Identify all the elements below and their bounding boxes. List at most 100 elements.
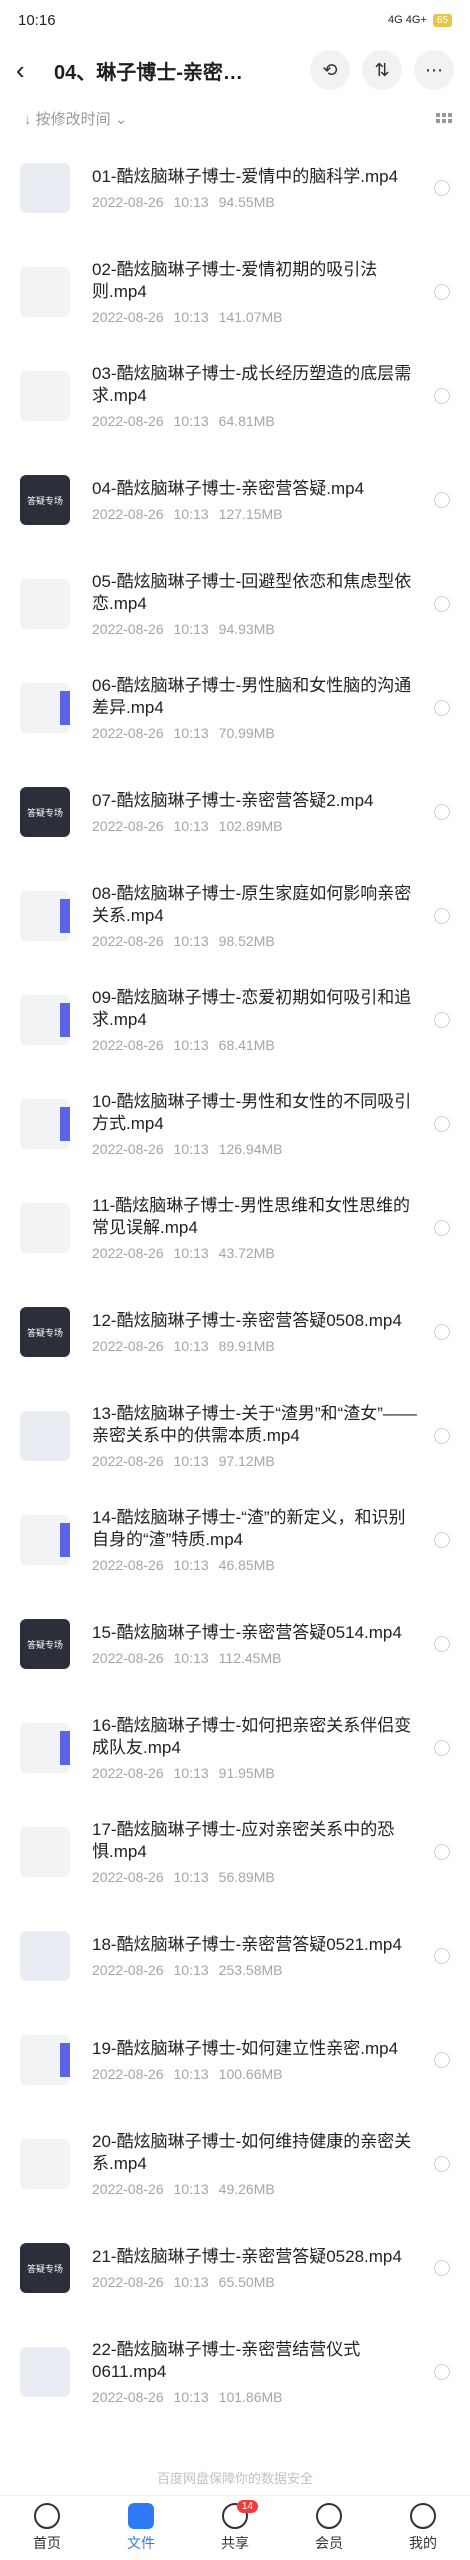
select-radio[interactable] bbox=[434, 1012, 450, 1028]
file-size: 127.15MB bbox=[218, 506, 283, 522]
file-meta: 2022-08-26 10:13 102.89MB bbox=[92, 818, 422, 834]
file-time: 10:13 bbox=[173, 1037, 209, 1053]
tab-files[interactable]: 文件 bbox=[94, 2496, 188, 2560]
file-info: 04-酷炫脑琳子博士-亲密营答疑.mp4 2022-08-26 10:13 127.1… bbox=[92, 478, 422, 522]
video-thumbnail bbox=[20, 2139, 70, 2189]
thumbnail-text: 答疑专场 bbox=[26, 1639, 63, 1650]
file-meta: 2022-08-26 10:13 56.89MB bbox=[92, 1869, 422, 1885]
select-radio[interactable] bbox=[434, 284, 450, 300]
sort-toggle-icon[interactable]: ⇅ bbox=[362, 50, 402, 90]
file-row[interactable]: 16-酷炫脑琳子博士-如何把亲密关系伴侣变成队友.mp4 2022-08-26 10… bbox=[0, 1696, 470, 1800]
tab-profile[interactable]: 我的 bbox=[376, 2496, 470, 2560]
file-row[interactable]: 答疑专场 04-酷炫脑琳子博士-亲密营答疑.mp4 2022-08-26 10:13 1… bbox=[0, 448, 470, 552]
file-name: 12-酷炫脑琳子博士-亲密营答疑0508.mp4 bbox=[92, 1311, 402, 1330]
more-icon[interactable]: ⋯ bbox=[414, 50, 454, 90]
tab-label: 共享 bbox=[221, 2535, 249, 2551]
file-date: 2022-08-26 bbox=[92, 506, 164, 522]
thumbnail-text: 答疑专场 bbox=[26, 495, 63, 506]
file-row[interactable]: 20-酷炫脑琳子博士-如何维持健康的亲密关系.mp4 2022-08-26 10:1… bbox=[0, 2112, 470, 2216]
select-radio[interactable] bbox=[434, 180, 450, 196]
select-radio[interactable] bbox=[434, 1532, 450, 1548]
sort-selector[interactable]: ↓ 按修改时间 ⌄ bbox=[24, 108, 127, 129]
file-row[interactable]: 10-酷炫脑琳子博士-男性和女性的不同吸引方式.mp4 2022-08-26 10:… bbox=[0, 1072, 470, 1176]
file-row[interactable]: 答疑专场 21-酷炫脑琳子博士-亲密营答疑0528.mp4 2022-08-26 10… bbox=[0, 2216, 470, 2320]
file-info: 22-酷炫脑琳子博士-亲密营结营仪式0611.mp4 2022-08-26 10:1… bbox=[92, 2339, 422, 2405]
file-info: 19-酷炫脑琳子博士-如何建立性亲密.mp4 2022-08-26 10:13 100… bbox=[92, 2038, 422, 2082]
file-meta: 2022-08-26 10:13 49.26MB bbox=[92, 2181, 422, 2197]
file-size: 43.72MB bbox=[218, 1245, 275, 1261]
select-radio[interactable] bbox=[434, 1740, 450, 1756]
file-name: 19-酷炫脑琳子博士-如何建立性亲密.mp4 bbox=[92, 2039, 399, 2058]
video-thumbnail: 答疑专场 bbox=[20, 475, 70, 525]
select-radio[interactable] bbox=[434, 2156, 450, 2172]
select-radio[interactable] bbox=[434, 492, 450, 508]
select-radio[interactable] bbox=[434, 1116, 450, 1132]
file-row[interactable]: 答疑专场 15-酷炫脑琳子博士-亲密营答疑0514.mp4 2022-08-26 10… bbox=[0, 1592, 470, 1696]
history-icon[interactable]: ⟲ bbox=[310, 50, 350, 90]
video-thumbnail bbox=[20, 683, 70, 733]
file-time: 10:13 bbox=[173, 1338, 209, 1354]
file-row[interactable]: 答疑专场 07-酷炫脑琳子博士-亲密营答疑2.mp4 2022-08-26 10:13… bbox=[0, 760, 470, 864]
file-row[interactable]: 08-酷炫脑琳子博士-原生家庭如何影响亲密关系.mp4 2022-08-26 10:… bbox=[0, 864, 470, 968]
file-row[interactable]: 17-酷炫脑琳子博士-应对亲密关系中的恐惧.mp4 2022-08-26 10:13… bbox=[0, 1800, 470, 1904]
file-info: 20-酷炫脑琳子博士-如何维持健康的亲密关系.mp4 2022-08-26 10:1… bbox=[92, 2131, 422, 2197]
file-size: 68.41MB bbox=[218, 1037, 275, 1053]
file-row[interactable]: 06-酷炫脑琳子博士-男性脑和女性脑的沟通差异.mp4 2022-08-26 10:… bbox=[0, 656, 470, 760]
file-row[interactable]: 01-酷炫脑琳子博士-爱情中的脑科学.mp4 2022-08-26 10:13 94.… bbox=[0, 136, 470, 240]
select-radio[interactable] bbox=[434, 1636, 450, 1652]
file-row[interactable]: 02-酷炫脑琳子博士-爱情初期的吸引法则.mp4 2022-08-26 10:13 1… bbox=[0, 240, 470, 344]
file-row[interactable]: 09-酷炫脑琳子博士-恋爱初期如何吸引和追求.mp4 2022-08-26 10:1… bbox=[0, 968, 470, 1072]
select-radio[interactable] bbox=[434, 908, 450, 924]
select-radio[interactable] bbox=[434, 1220, 450, 1236]
file-size: 89.91MB bbox=[218, 1338, 275, 1354]
grid-view-icon[interactable] bbox=[436, 113, 452, 123]
video-thumbnail bbox=[20, 891, 70, 941]
select-radio[interactable] bbox=[434, 700, 450, 716]
back-icon[interactable]: ‹ bbox=[16, 55, 44, 86]
select-radio[interactable] bbox=[434, 388, 450, 404]
file-date: 2022-08-26 bbox=[92, 1141, 164, 1157]
file-meta: 2022-08-26 10:13 94.55MB bbox=[92, 194, 422, 210]
select-radio[interactable] bbox=[434, 1324, 450, 1340]
file-time: 10:13 bbox=[173, 2274, 209, 2290]
file-row[interactable]: 13-酷炫脑琳子博士-关于“渣男”和“渣女”——亲密关系中的供需本质.mp4 20… bbox=[0, 1384, 470, 1488]
thumbnail-text: 答疑专场 bbox=[26, 807, 63, 818]
file-meta: 2022-08-26 10:13 65.50MB bbox=[92, 2274, 422, 2290]
file-date: 2022-08-26 bbox=[92, 621, 164, 637]
file-date: 2022-08-26 bbox=[92, 309, 164, 325]
home-icon bbox=[34, 2503, 60, 2529]
tab-share[interactable]: 共享 14 bbox=[188, 2496, 282, 2560]
file-meta: 2022-08-26 10:13 127.15MB bbox=[92, 506, 422, 522]
tab-vip[interactable]: 会员 bbox=[282, 2496, 376, 2560]
thumbnail-accent bbox=[60, 899, 70, 933]
file-row[interactable]: 03-酷炫脑琳子博士-成长经历塑造的底层需求.mp4 2022-08-26 10:1… bbox=[0, 344, 470, 448]
file-name: 05-酷炫脑琳子博士-回避型依恋和焦虑型依恋.mp4 bbox=[92, 572, 412, 613]
status-bar: 10:16 4G 4G+ 65 bbox=[0, 0, 470, 40]
file-name: 21-酷炫脑琳子博士-亲密营答疑0528.mp4 bbox=[92, 2247, 402, 2266]
file-size: 253.58MB bbox=[218, 1962, 283, 1978]
file-info: 03-酷炫脑琳子博士-成长经历塑造的底层需求.mp4 2022-08-26 10:1… bbox=[92, 363, 422, 429]
select-radio[interactable] bbox=[434, 1428, 450, 1444]
file-name: 20-酷炫脑琳子博士-如何维持健康的亲密关系.mp4 bbox=[92, 2132, 412, 2173]
select-radio[interactable] bbox=[434, 2364, 450, 2380]
file-row[interactable]: 18-酷炫脑琳子博士-亲密营答疑0521.mp4 2022-08-26 10:13 2… bbox=[0, 1904, 470, 2008]
file-size: 94.93MB bbox=[218, 621, 275, 637]
tab-home[interactable]: 首页 bbox=[0, 2496, 94, 2560]
select-radio[interactable] bbox=[434, 2052, 450, 2068]
file-info: 16-酷炫脑琳子博士-如何把亲密关系伴侣变成队友.mp4 2022-08-26 10… bbox=[92, 1715, 422, 1781]
thumbnail-accent bbox=[60, 1003, 70, 1037]
file-size: 49.26MB bbox=[218, 2181, 275, 2197]
file-time: 10:13 bbox=[173, 413, 209, 429]
file-row[interactable]: 19-酷炫脑琳子博士-如何建立性亲密.mp4 2022-08-26 10:13 100… bbox=[0, 2008, 470, 2112]
file-row[interactable]: 05-酷炫脑琳子博士-回避型依恋和焦虑型依恋.mp4 2022-08-26 10:1… bbox=[0, 552, 470, 656]
file-row[interactable]: 14-酷炫脑琳子博士-“渣”的新定义，和识别自身的“渣”特质.mp4 2022-0… bbox=[0, 1488, 470, 1592]
file-row[interactable]: 答疑专场 12-酷炫脑琳子博士-亲密营答疑0508.mp4 2022-08-26 10… bbox=[0, 1280, 470, 1384]
file-row[interactable]: 11-酷炫脑琳子博士-男性思维和女性思维的常见误解.mp4 2022-08-26 1… bbox=[0, 1176, 470, 1280]
select-radio[interactable] bbox=[434, 1844, 450, 1860]
select-radio[interactable] bbox=[434, 804, 450, 820]
select-radio[interactable] bbox=[434, 1948, 450, 1964]
file-row[interactable]: 22-酷炫脑琳子博士-亲密营结营仪式0611.mp4 2022-08-26 10:1… bbox=[0, 2320, 470, 2424]
select-radio[interactable] bbox=[434, 596, 450, 612]
select-radio[interactable] bbox=[434, 2260, 450, 2276]
file-time: 10:13 bbox=[173, 309, 209, 325]
